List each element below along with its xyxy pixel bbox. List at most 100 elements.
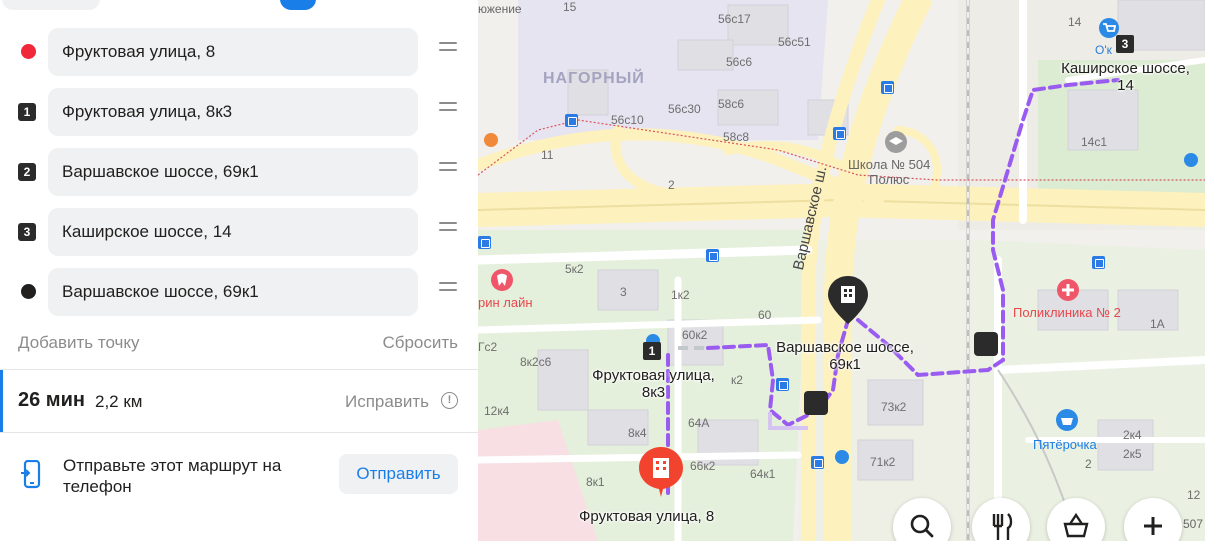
map-more-button[interactable] [1124, 498, 1182, 541]
house-number: 11 [541, 148, 554, 162]
waypoint-2: 2 Варшавское шоссе, 69к1 [0, 145, 478, 196]
bus-stop-icon[interactable] [776, 378, 789, 391]
house-number: 60 [758, 308, 772, 322]
drag-handle-icon[interactable] [439, 222, 457, 236]
waypoint-address-field[interactable]: Варшавское шоссе, 69к1 [48, 148, 418, 196]
shop-label: Пятёрочка [1033, 437, 1097, 452]
waypoint-number-badge: 3 [18, 223, 36, 241]
bus-stop-icon[interactable] [706, 249, 719, 262]
route-time: 26 мин [18, 389, 85, 411]
house-number: 71к2 [870, 455, 896, 469]
start-pin-icon[interactable] [637, 445, 685, 501]
food-icon [992, 513, 1013, 540]
send-button[interactable]: Отправить [339, 454, 458, 494]
waypoint-address-field[interactable]: Каширское шоссе, 14 [48, 208, 418, 256]
bus-stop-icon[interactable] [833, 127, 846, 140]
poi-dot-orange[interactable] [484, 133, 498, 147]
house-number: 2к4 [1123, 428, 1142, 442]
route-marker-3[interactable]: 3 [1116, 35, 1134, 53]
waypoint-address-field[interactable]: Фруктовая улица, 8к3 [48, 88, 418, 136]
house-number: 56с10 [611, 113, 644, 127]
transport-mode-active-tab[interactable] [280, 0, 316, 10]
search-icon [910, 514, 934, 538]
house-number: 64к1 [750, 467, 776, 481]
send-route-text: Отправьте этот маршрут на телефон [63, 456, 282, 496]
drag-handle-icon[interactable] [439, 102, 457, 116]
waypoint-finish: Варшавское шоссе, 69к1 [0, 265, 478, 316]
house-number: 3 [620, 285, 627, 299]
waypoint-address-field[interactable]: Фруктовая улица, 8 [48, 28, 418, 76]
route-summary[interactable]: 26 мин 2,2 км Исправить ! [0, 370, 478, 432]
route-marker-1[interactable]: 1 [643, 342, 661, 360]
house-number: 1А [1150, 317, 1165, 331]
house-number: 8к2с6 [520, 355, 552, 369]
waypoint-3: 3 Каширское шоссе, 14 [0, 205, 478, 256]
bus-stop-icon[interactable] [1092, 256, 1105, 269]
house-number: 8к1 [586, 475, 605, 489]
phone-icon [21, 460, 41, 489]
bus-stop-icon[interactable] [811, 456, 824, 469]
underpass-icon[interactable] [804, 391, 828, 415]
school-subname: Полюс [869, 172, 910, 187]
route-label-3: Каширское шоссе, 14 [1043, 60, 1205, 94]
map-canvas[interactable]: НАГОРНЫЙ южение 15 56с17 56с51 56с6 56с3… [478, 0, 1205, 541]
drag-handle-icon[interactable] [439, 282, 457, 296]
house-number: 58с8 [723, 130, 750, 144]
clinic-label: Поликлиника № 2 [1013, 305, 1121, 320]
waypoint-number-badge: 1 [18, 103, 36, 121]
route-label-1: Фруктовая улица, 8к3 [576, 367, 731, 401]
drag-handle-icon[interactable] [439, 162, 457, 176]
waypoint-address-field[interactable]: Варшавское шоссе, 69к1 [48, 268, 418, 316]
poi-dot-blue[interactable] [835, 450, 849, 464]
fix-route-link[interactable]: Исправить [345, 392, 429, 412]
house-number: 56с30 [668, 102, 701, 116]
shop-icon[interactable] [1055, 408, 1079, 432]
building-pin-icon[interactable] [826, 274, 870, 330]
map-food-button[interactable] [972, 498, 1030, 541]
transport-mode-tab[interactable] [2, 0, 100, 10]
transport-mode-icon[interactable]: •• [425, 0, 438, 8]
transport-mode-icon[interactable]: •• [224, 0, 237, 8]
house-number: 56с17 [718, 12, 751, 26]
clinic-icon[interactable] [1056, 278, 1080, 302]
house-number: 12к4 [484, 404, 510, 418]
dental-label: рин лайн [478, 295, 533, 310]
house-number: 5к2 [565, 262, 584, 276]
start-point-icon [21, 44, 36, 59]
shop-basket-icon [1063, 512, 1089, 538]
drag-handle-icon[interactable] [439, 42, 457, 56]
house-number: 60к2 [682, 328, 708, 342]
map-search-button[interactable] [893, 498, 951, 541]
poi-dot-blue[interactable] [1184, 153, 1198, 167]
bus-stop-icon[interactable] [565, 114, 578, 127]
route-panel: •• •• Фруктовая улица, 8 1 Фруктовая ули… [0, 0, 478, 541]
house-number: 1к2 [671, 288, 690, 302]
info-icon[interactable]: ! [441, 392, 458, 409]
poi-label: 507 [1183, 517, 1204, 531]
dental-icon[interactable] [490, 268, 514, 292]
send-to-phone-row: Отправьте этот маршрут на телефон Отправ… [0, 445, 478, 505]
bus-stop-icon[interactable] [881, 81, 894, 94]
route-label-line: Фруктовая улица, [592, 367, 715, 384]
waypoint-1: 1 Фруктовая улица, 8к3 [0, 85, 478, 136]
house-number: 58с6 [718, 97, 745, 111]
reset-link[interactable]: Сбросить [382, 333, 458, 353]
underpass-icon[interactable] [974, 332, 998, 356]
school-label: Школа № 504 Полюс [848, 157, 930, 187]
poi-label: О'к [1095, 43, 1112, 57]
route-label-line: Каширское шоссе, [1061, 60, 1190, 77]
selected-route-indicator [0, 370, 3, 432]
map-shop-button[interactable] [1047, 498, 1105, 541]
house-number: 66к2 [690, 459, 716, 473]
school-name: Школа № 504 [848, 157, 931, 172]
bus-stop-icon[interactable] [478, 236, 491, 249]
school-icon[interactable] [884, 130, 908, 154]
house-number: 2 [1085, 457, 1092, 471]
waypoint-number-badge: 2 [18, 163, 36, 181]
finish-point-icon [21, 284, 36, 299]
add-point-link[interactable]: Добавить точку [18, 333, 140, 352]
house-number: 2 [668, 178, 675, 192]
route-label-line: 8к3 [641, 384, 666, 401]
house-number: Гс2 [478, 340, 498, 354]
map-label: южение [478, 2, 522, 16]
